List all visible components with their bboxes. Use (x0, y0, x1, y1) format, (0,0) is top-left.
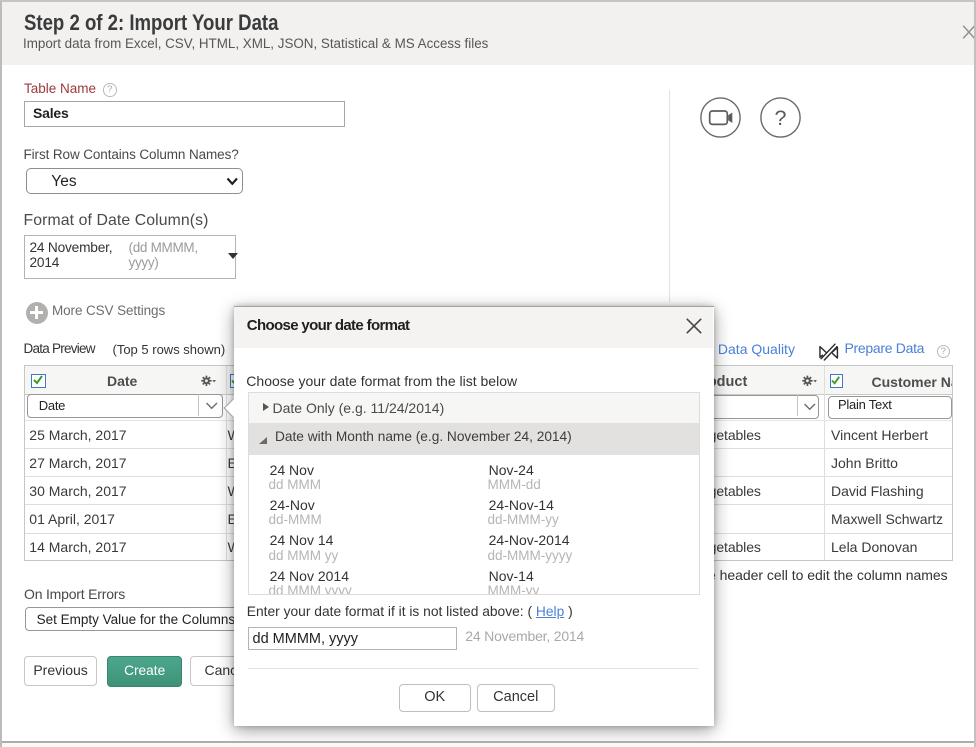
svg-text:?: ? (775, 106, 787, 130)
